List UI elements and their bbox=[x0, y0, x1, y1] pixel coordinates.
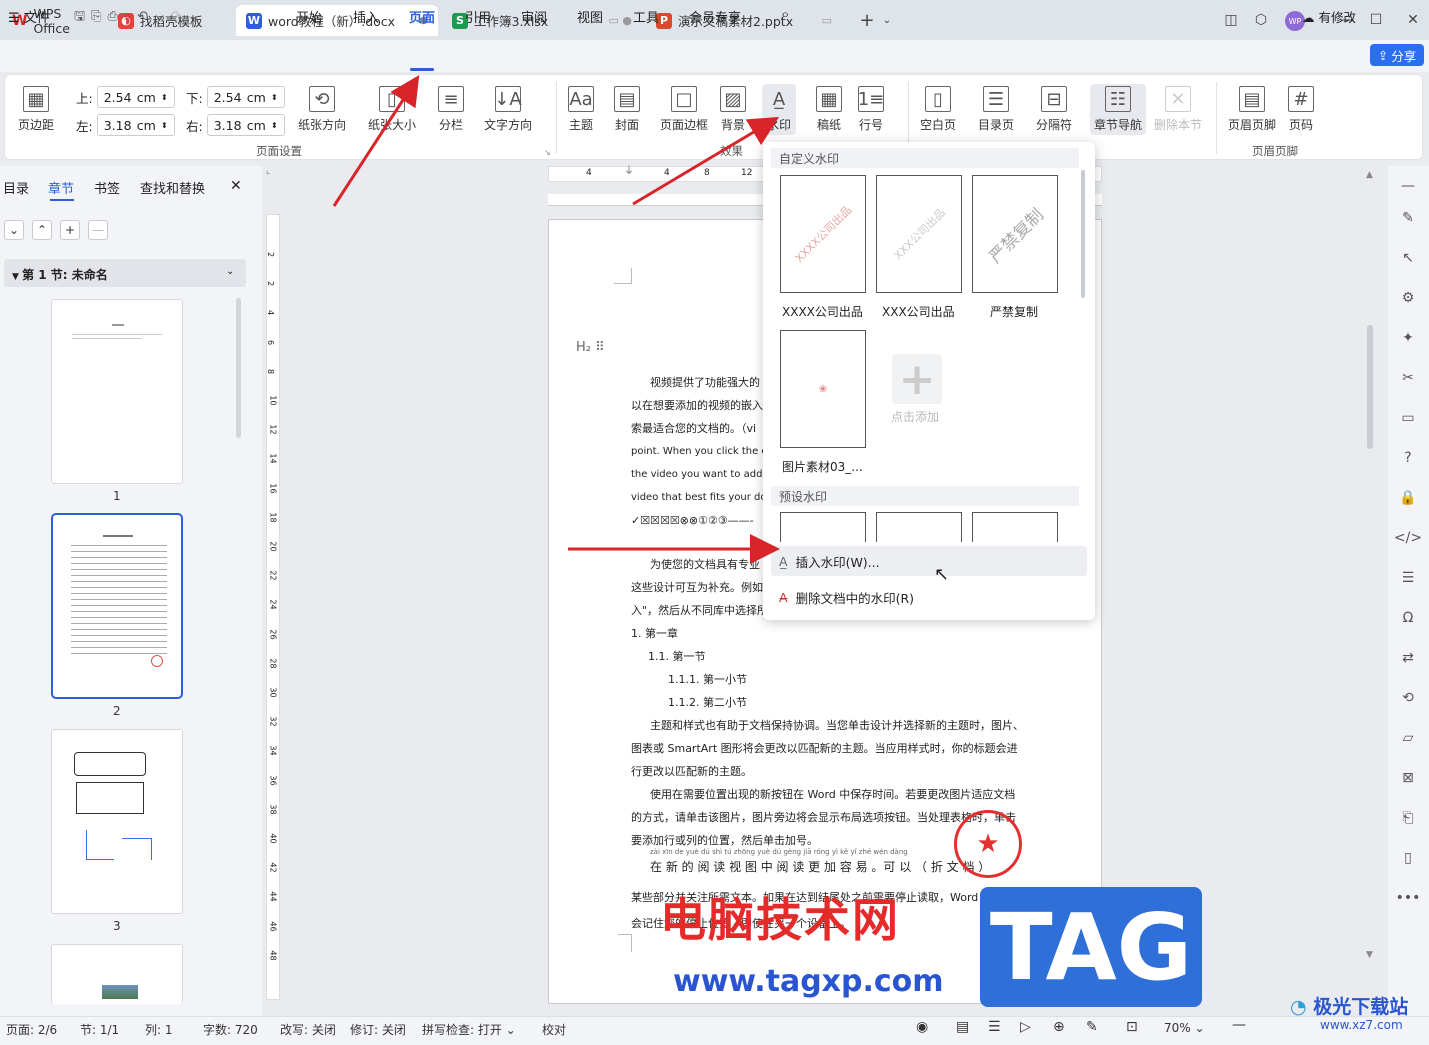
web-view-icon[interactable]: ⊕ bbox=[1053, 1019, 1065, 1035]
status-section[interactable]: 节: 1/1 bbox=[80, 1021, 119, 1038]
site-watermark-url: www.tagxp.com bbox=[673, 964, 944, 999]
zoom-level[interactable]: 70% ⌄ bbox=[1164, 1021, 1205, 1035]
chevron-down-icon: ⌄ bbox=[501, 1023, 516, 1037]
aurora-logo-icon: ◔ bbox=[1290, 996, 1314, 1018]
site-watermark-text: 电脑技术网 bbox=[660, 893, 900, 947]
eye-icon[interactable]: ◉ bbox=[916, 1019, 928, 1035]
site-logo: ◔ 极光下载站 bbox=[1290, 996, 1409, 1018]
zoom-out-icon[interactable]: — bbox=[1232, 1017, 1246, 1033]
status-proofread[interactable]: 校对 bbox=[542, 1021, 566, 1038]
fit-page-icon[interactable]: ⊡ bbox=[1126, 1019, 1138, 1035]
status-page[interactable]: 页面: 2/6 bbox=[6, 1021, 57, 1038]
status-overwrite[interactable]: 改写: 关闭 bbox=[280, 1021, 336, 1038]
play-icon[interactable]: ▷ bbox=[1020, 1019, 1031, 1035]
page-view-icon[interactable]: ▤ bbox=[956, 1019, 969, 1035]
chevron-down-icon: ⌄ bbox=[1190, 1021, 1205, 1035]
tag-logo: TAG bbox=[980, 887, 1202, 1007]
pen-tool-icon[interactable]: ✎ bbox=[1086, 1019, 1098, 1035]
status-word-count[interactable]: 字数: 720 bbox=[203, 1021, 258, 1038]
site-logo-url: www.xz7.com bbox=[1320, 1018, 1403, 1032]
status-spellcheck[interactable]: 拼写检查: 打开 ⌄ bbox=[422, 1021, 516, 1038]
arrow-to-page-menu bbox=[332, 74, 420, 207]
status-column[interactable]: 列: 1 bbox=[145, 1021, 173, 1038]
status-track-changes[interactable]: 修订: 关闭 bbox=[350, 1021, 406, 1038]
outline-view-icon[interactable]: ☰ bbox=[988, 1019, 1001, 1035]
arrow-to-watermark-button bbox=[632, 116, 780, 206]
